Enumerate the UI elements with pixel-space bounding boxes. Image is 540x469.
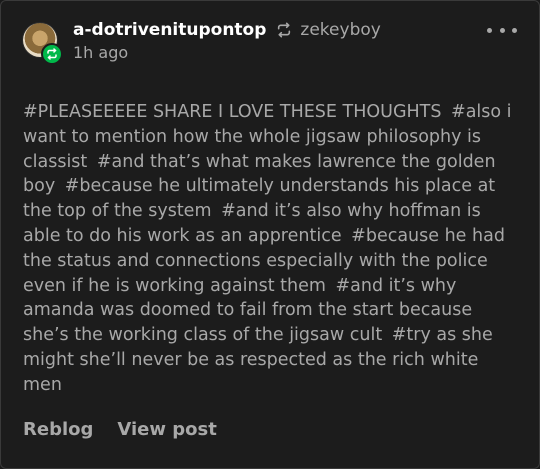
reblog-badge-icon [41,43,63,65]
post-actions: Reblog View post [23,419,217,440]
reblogged-from-link[interactable]: zekeyboy [300,20,380,40]
reblog-button[interactable]: Reblog [23,419,93,440]
post-header: a-dotrivenitupontop zekeyboy 1h ago [23,19,523,67]
tag-list: #PLEASEEEEE SHARE I LOVE THESE THOUGHTS … [23,100,523,398]
view-post-button[interactable]: View post [117,419,216,440]
ellipsis-icon[interactable] [487,23,517,37]
ellipsis-dot [512,27,517,33]
ellipsis-dot [499,27,505,33]
tag-link[interactable]: #PLEASEEEEE SHARE I LOVE THESE THOUGHTS [23,102,441,122]
reblog-icon [276,22,292,38]
post-timestamp[interactable]: 1h ago [73,43,128,62]
ellipsis-dot [487,27,492,33]
post-card: a-dotrivenitupontop zekeyboy 1h ago #PLE… [0,0,540,469]
post-attribution: a-dotrivenitupontop zekeyboy [73,19,381,41]
author-link[interactable]: a-dotrivenitupontop [73,20,266,40]
